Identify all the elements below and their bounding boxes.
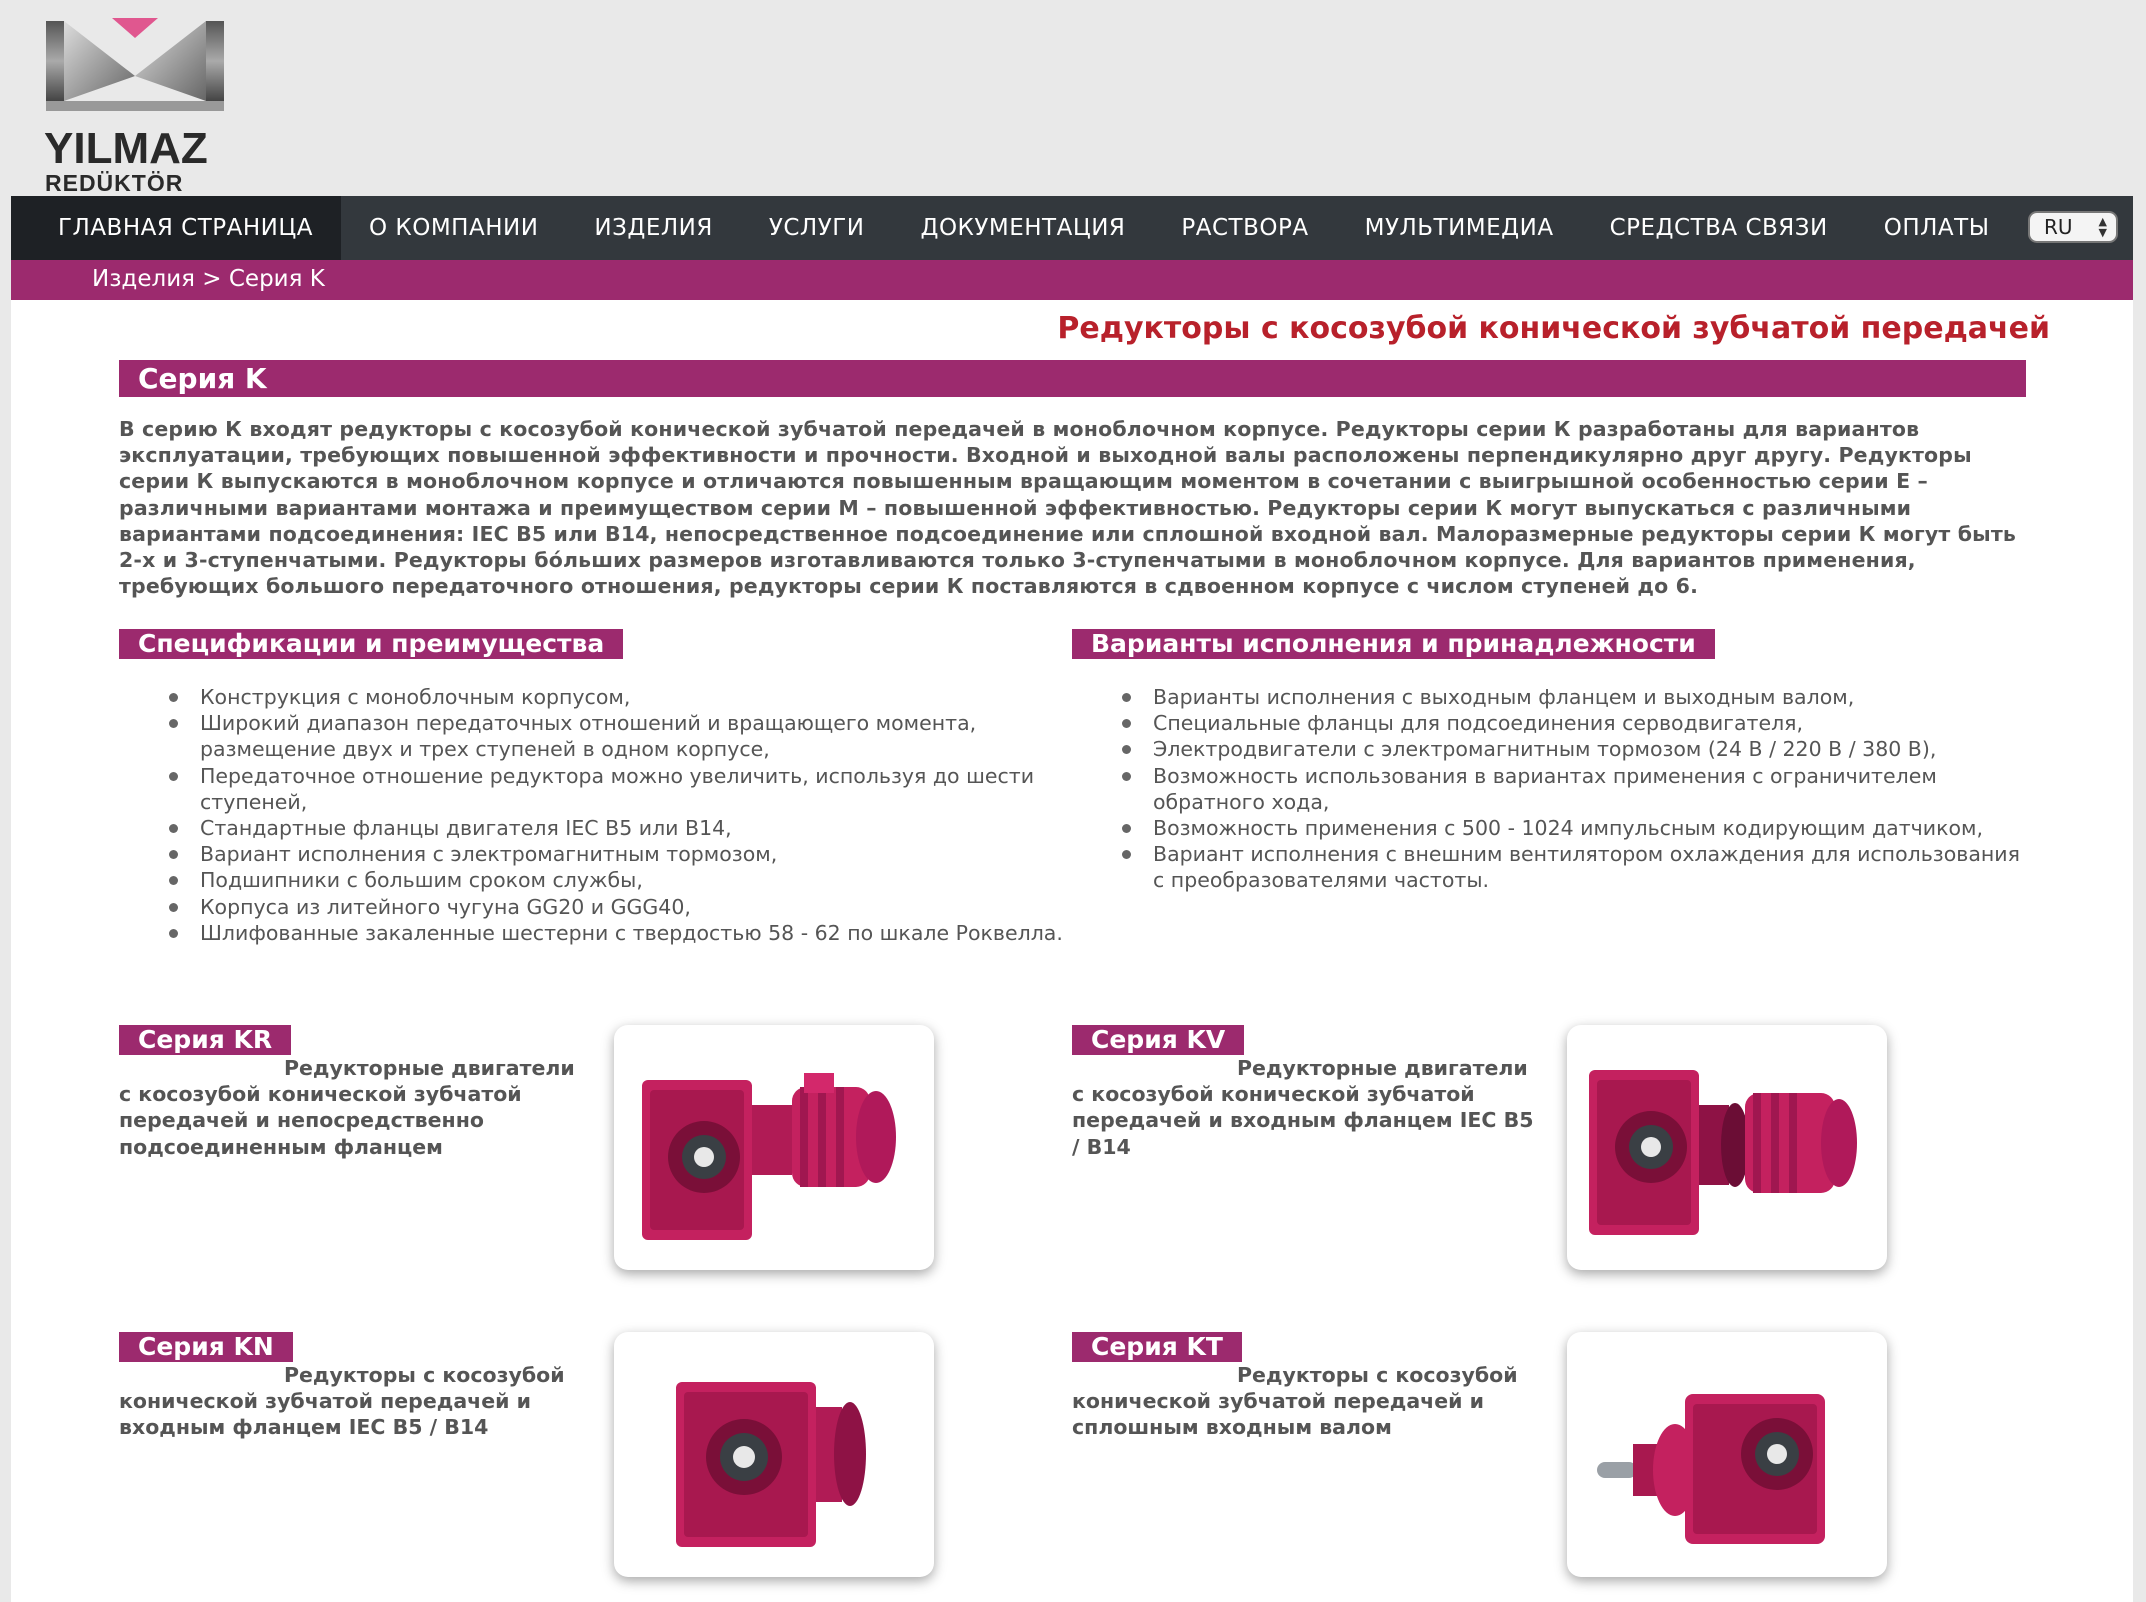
list-item: Вариант исполнения с внешним вентиляторо… [1122, 841, 2022, 893]
select-arrows-icon: ▲ ▼ [2098, 215, 2107, 239]
series-header: Серия K [119, 360, 2026, 397]
nav-item-payments[interactable]: ОПЛАТЫ [1856, 196, 2018, 260]
list-item: Подшипники с большим сроком службы, [169, 867, 1069, 893]
page-content: ГЛАВНАЯ СТРАНИЦА О КОМПАНИИ ИЗДЕЛИЯ УСЛУ… [11, 196, 2133, 1602]
product-kt-image[interactable] [1567, 1332, 1887, 1577]
gearmotor-kr-icon [642, 1073, 896, 1240]
product-kr-desc-text: Редукторные двигатели с косозубой кониче… [119, 1056, 575, 1159]
product-kv-title[interactable]: Серия KV [1072, 1025, 1245, 1055]
series-title: Серия K [138, 362, 267, 395]
list-item: Варианты исполнения с выходным фланцем и… [1122, 684, 2022, 710]
list-item: Передаточное отношение редуктора можно у… [169, 763, 1069, 815]
nav-item-contact[interactable]: СРЕДСТВА СВЯЗИ [1582, 196, 1856, 260]
product-kr-image[interactable] [614, 1025, 934, 1270]
nav-item-products[interactable]: ИЗДЕЛИЯ [566, 196, 740, 260]
product-kn-desc-text: Редукторы с косозубой конической зубчато… [119, 1363, 565, 1440]
company-logo[interactable]: YILMAZ REDÜKTÖR [40, 16, 230, 195]
variants-section-title: Варианты исполнения и принадлежности [1072, 629, 1715, 659]
specs-section-title: Спецификации и преимущества [119, 629, 624, 659]
product-kt-title[interactable]: Серия KT [1072, 1332, 1242, 1362]
product-kt-desc-text: Редукторы с косозубой конической зубчато… [1072, 1363, 1518, 1440]
product-kr-description: Редукторные двигатели с косозубой кониче… [119, 1055, 589, 1160]
variants-list: Варианты исполнения с выходным фланцем и… [1122, 684, 2022, 894]
gearbox-kn-icon [676, 1382, 866, 1547]
list-item: Возможность применения с 500 - 1024 импу… [1122, 815, 2022, 841]
list-item: Широкий диапазон передаточных отношений … [169, 710, 1069, 762]
nav-item-about[interactable]: О КОМПАНИИ [341, 196, 566, 260]
language-select[interactable]: RU ▲ ▼ [2028, 211, 2118, 243]
product-kt-description: Редукторы с косозубой конической зубчато… [1072, 1362, 1542, 1441]
nav-item-services[interactable]: УСЛУГИ [741, 196, 893, 260]
nav-item-solutions[interactable]: РАСТВОРА [1153, 196, 1336, 260]
list-item: Возможность использования в вариантах пр… [1122, 763, 2022, 815]
breadcrumb[interactable]: Изделия > Серия K [92, 266, 325, 292]
logo-subtitle: REDÜKTÖR [45, 170, 184, 196]
list-item: Стандартные фланцы двигателя IEC B5 или … [169, 815, 1069, 841]
list-item: Корпуса из литейного чугуна GG20 и GGG40… [169, 894, 1069, 920]
product-kv-image[interactable] [1567, 1025, 1887, 1270]
gearmotor-kv-icon [1589, 1070, 1857, 1235]
product-kv-desc-text: Редукторные двигатели с косозубой кониче… [1072, 1056, 1534, 1159]
logo-name: YILMAZ [44, 124, 208, 173]
main-navbar: ГЛАВНАЯ СТРАНИЦА О КОМПАНИИ ИЗДЕЛИЯ УСЛУ… [11, 196, 2133, 260]
nav-item-home[interactable]: ГЛАВНАЯ СТРАНИЦА [11, 196, 341, 260]
product-kv-description: Редукторные двигатели с косозубой кониче… [1072, 1055, 1542, 1160]
language-value: RU [2044, 215, 2073, 239]
product-kn-image[interactable] [614, 1332, 934, 1577]
series-description: В серию К входят редукторы с косозубой к… [119, 417, 2016, 599]
list-item: Электродвигатели с электромагнитным торм… [1122, 736, 2022, 762]
specs-list: Конструкция с моноблочным корпусом, Широ… [169, 684, 1069, 946]
product-kn-description: Редукторы с косозубой конической зубчато… [119, 1362, 589, 1441]
nav-item-multimedia[interactable]: МУЛЬТИМЕДИА [1337, 196, 1582, 260]
list-item: Шлифованные закаленные шестерни с твердо… [169, 920, 1069, 946]
list-item: Специальные фланцы для подсоединения сер… [1122, 710, 2022, 736]
page-title: Редукторы с косозубой конической зубчато… [1057, 311, 2050, 346]
nav-item-documentation[interactable]: ДОКУМЕНТАЦИЯ [892, 196, 1153, 260]
logo-emblem-icon [46, 18, 224, 111]
list-item: Конструкция с моноблочным корпусом, [169, 684, 1069, 710]
product-kn-title[interactable]: Серия KN [119, 1332, 293, 1362]
product-kr-title[interactable]: Серия KR [119, 1025, 292, 1055]
gearbox-kt-icon [1597, 1394, 1825, 1544]
breadcrumb-bar: Изделия > Серия K [11, 260, 2133, 300]
list-item: Вариант исполнения с электромагнитным то… [169, 841, 1069, 867]
